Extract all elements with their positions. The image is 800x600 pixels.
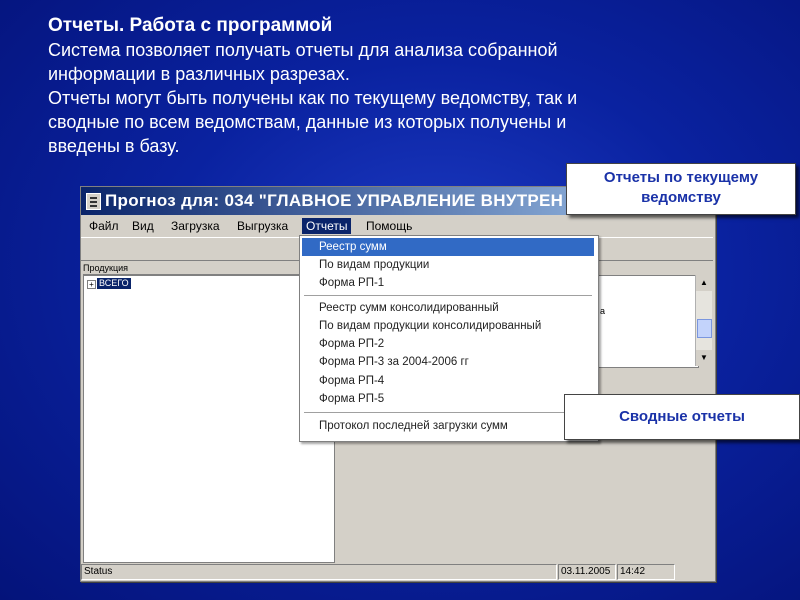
menu-item-by-product[interactable]: По видам продукции [302,256,594,274]
up-arrow-icon[interactable]: ▲ [696,275,712,291]
window-title: Прогноз для: 034 "ГЛАВНОЕ УПРАВЛЕНИЕ ВНУ… [105,191,564,210]
expand-icon[interactable]: + [87,280,96,289]
app-icon[interactable] [86,193,101,210]
menu-separator [304,412,592,413]
menu-help[interactable]: Помощь [362,218,416,234]
scroll-thumb[interactable] [697,319,712,338]
callout-current-reports: Отчеты по текущему ведомству [566,163,796,215]
slide-paragraph-line: Отчеты могут быть получены как по текуще… [48,88,578,108]
menu-item-load-protocol[interactable]: Протокол последней загрузки сумм [302,417,594,435]
menu-separator [304,295,592,296]
slide-paragraph-line: сводные по всем ведомствам, данные из ко… [48,112,567,132]
menu-item-form-rp3[interactable]: Форма РП-3 за 2004-2006 гг [302,353,594,371]
down-arrow-icon[interactable]: ▼ [696,350,712,366]
menu-item-by-product-consolidated[interactable]: По видам продукции консолидированный [302,317,594,335]
callout-text: ведомству [641,189,721,206]
menu-load[interactable]: Загрузка [167,218,224,234]
callout-summary-reports: Сводные отчеты [564,394,800,440]
status-date: 03.11.2005 [558,564,616,580]
callout-text: Отчеты по текущему [603,169,759,186]
slide-title: Отчеты. Работа с программой [48,15,333,36]
vertical-scrollbar[interactable]: ▲ ▼ [695,275,712,366]
menu-item-registry[interactable]: Реестр сумм [302,238,594,256]
slide-paragraph-line: введены в базу. [48,136,180,156]
slide-paragraph-line: информации в различных разрезах. [48,64,350,84]
menu-reports[interactable]: Отчеты [302,218,352,234]
tree-header: Продукция [83,262,333,275]
menu-item-form-rp1[interactable]: Форма РП-1 [302,274,594,292]
menu-item-registry-consolidated[interactable]: Реестр сумм консолидированный [302,299,594,317]
status-text: Status [81,564,557,580]
detail-fragment: а [600,306,606,316]
menu-item-form-rp2[interactable]: Форма РП-2 [302,335,594,353]
menu-bar: Файл Вид Загрузка Выгрузка Отчеты Помощь [81,216,715,236]
menu-export[interactable]: Выгрузка [233,218,292,234]
menu-view[interactable]: Вид [128,218,158,234]
slide-paragraph-line: Система позволяет получать отчеты для ан… [48,40,558,60]
status-bar: Status 03.11.2005 14:42 [81,563,713,580]
reports-dropdown: Реестр сумм По видам продукции Форма РП-… [299,235,599,442]
status-time: 14:42 [617,564,675,580]
tree-pane[interactable]: + ВСЕГО [83,275,335,563]
tree-node-total[interactable]: ВСЕГО [97,278,131,289]
menu-item-form-rp5[interactable]: Форма РП-5 [302,390,594,408]
menu-item-form-rp4[interactable]: Форма РП-4 [302,372,594,390]
menu-file[interactable]: Файл [85,218,123,234]
slide-text: Отчеты. Работа с программой Система позв… [48,14,748,158]
